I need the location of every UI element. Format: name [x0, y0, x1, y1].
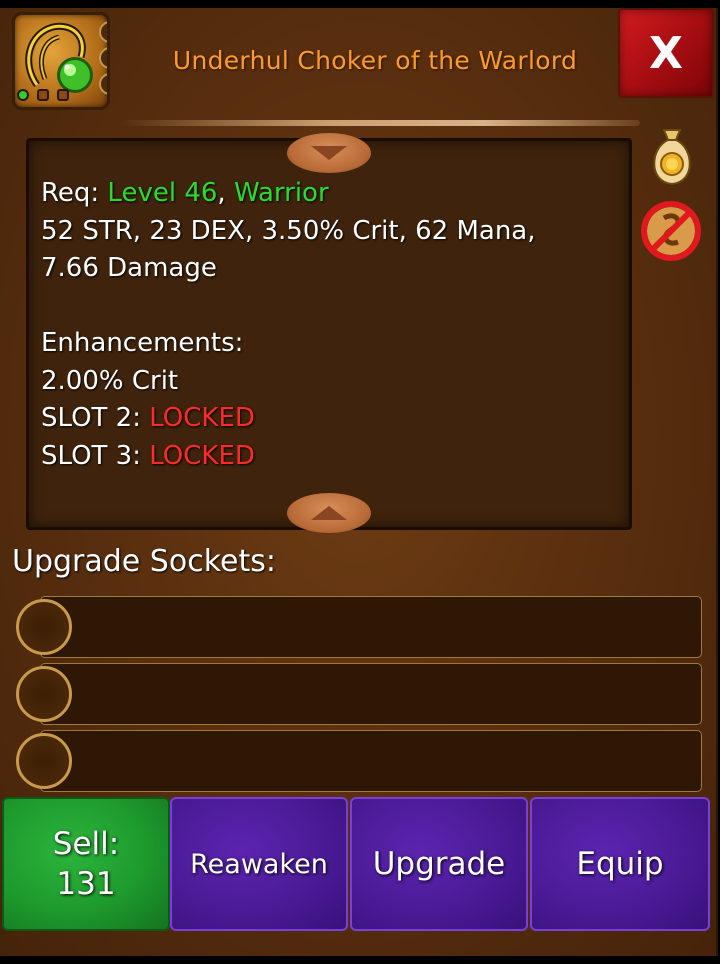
- close-icon: X: [649, 27, 683, 79]
- scroll-up-arrow-icon: [311, 146, 347, 160]
- enhancement-1: 2.00% Crit: [41, 365, 179, 396]
- reawaken-button[interactable]: Reawaken: [170, 797, 348, 931]
- slot-2-status: LOCKED: [149, 403, 255, 433]
- upgrade-label: Upgrade: [372, 846, 506, 882]
- upgrade-socket-row-2[interactable]: [40, 663, 702, 725]
- reawaken-label: Reawaken: [190, 848, 328, 880]
- upgrade-socket-row-3[interactable]: [40, 730, 702, 792]
- scroll-up-button[interactable]: [287, 133, 371, 173]
- choker-item-icon: [12, 12, 110, 110]
- upgrade-socket-slot-icon: [16, 599, 72, 655]
- close-button[interactable]: X: [618, 8, 714, 98]
- item-stats-box[interactable]: Req: Level 46, Warrior 52 STR, 23 DEX, 3…: [26, 133, 632, 533]
- scroll-down-arrow-icon: [311, 506, 347, 520]
- req-prefix: Req:: [41, 178, 108, 208]
- upgrade-button[interactable]: Upgrade: [350, 797, 528, 931]
- slot-2-label: SLOT 2:: [41, 403, 150, 433]
- enhancement-slot-3: SLOT 3: LOCKED: [41, 438, 621, 476]
- req-level: Level 46: [107, 178, 218, 208]
- upgrade-socket-slot-icon: [16, 666, 72, 722]
- stats-line-1: 52 STR, 23 DEX, 3.50% Crit, 62 Mana,: [41, 215, 536, 246]
- sell-label: Sell:: [52, 826, 120, 862]
- no-sell-icon[interactable]: [638, 198, 704, 264]
- scroll-down-button[interactable]: [287, 493, 371, 533]
- enhancements-title: Enhancements:: [41, 328, 244, 358]
- stats-spacer: [41, 288, 621, 326]
- slot-3-label: SLOT 3:: [41, 440, 150, 471]
- upgrade-sockets-label: Upgrade Sockets:: [12, 544, 276, 579]
- sell-button[interactable]: Sell: 131: [2, 797, 170, 931]
- req-class: Warrior: [233, 178, 329, 208]
- equip-label: Equip: [576, 846, 664, 882]
- sell-price: 131: [56, 866, 116, 902]
- item-tier-dot-1: [17, 89, 29, 101]
- requirement-line: Req: Level 46, Warrior: [41, 175, 621, 213]
- gold-bag-icon[interactable]: [646, 126, 698, 188]
- header-divider: [120, 120, 640, 126]
- item-tier-dot-3: [57, 89, 69, 101]
- enhancement-slot-2: SLOT 2: LOCKED: [41, 400, 621, 438]
- upgrade-socket-slot-icon: [16, 733, 72, 789]
- equip-button[interactable]: Equip: [530, 797, 710, 931]
- req-separator: ,: [217, 178, 234, 208]
- stats-line-2: 7.66 Damage: [41, 253, 217, 283]
- item-tier-dot-2: [37, 89, 49, 101]
- stats-text: Req: Level 46, Warrior 52 STR, 23 DEX, 3…: [41, 175, 621, 475]
- item-title: Underhul Choker of the Warlord: [172, 46, 578, 75]
- slot-3-status: LOCKED: [149, 440, 255, 471]
- upgrade-socket-row-1[interactable]: [40, 596, 702, 658]
